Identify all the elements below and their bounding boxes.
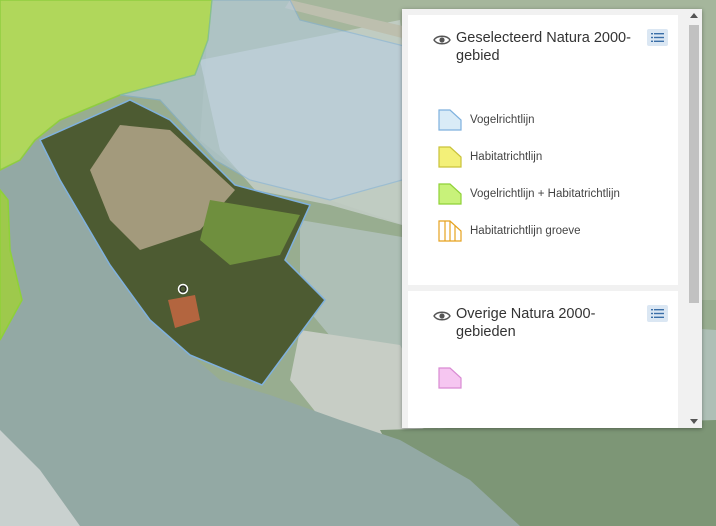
swatch-overige [438, 367, 462, 389]
legend-scroll-area[interactable]: Geselecteerd Natura 2000-gebied Vogelric… [402, 9, 686, 428]
scroll-up-icon[interactable] [690, 13, 698, 18]
legend-section-title: Overige Natura 2000-gebieden [456, 306, 596, 340]
legend-item: Habitatrichtlijn [438, 145, 542, 169]
scroll-thumb[interactable] [689, 25, 699, 303]
legend-panel: Geselecteerd Natura 2000-gebied Vogelric… [402, 9, 702, 428]
swatch-vogelrichtlijn [438, 109, 462, 131]
legend-item: Vogelrichtlijn + Habitatrichtlijn [438, 182, 620, 206]
legend-label: Vogelrichtlijn + Habitatrichtlijn [470, 188, 620, 200]
scroll-down-icon[interactable] [690, 419, 698, 424]
swatch-habitat-groeve [438, 220, 462, 242]
legend-item: Vogelrichtlijn [438, 108, 535, 132]
legend-section-selected: Geselecteerd Natura 2000-gebied Vogelric… [408, 15, 678, 285]
swatch-habitatrichtlijn [438, 146, 462, 168]
list-icon [651, 309, 664, 318]
legend-item: Habitatrichtlijn groeve [438, 219, 581, 243]
legend-section-other: Overige Natura 2000-gebieden [408, 291, 678, 428]
legend-section-title: Geselecteerd Natura 2000-gebied [456, 30, 631, 64]
swatch-vogel-habitat [438, 183, 462, 205]
legend-label: Habitatrichtlijn [470, 151, 543, 163]
list-button[interactable] [647, 305, 668, 322]
legend-label: Vogelrichtlijn [470, 114, 535, 126]
legend-item [438, 366, 462, 390]
legend-scrollbar[interactable] [686, 9, 702, 428]
list-icon [651, 33, 664, 42]
legend-label: Habitatrichtlijn groeve [470, 225, 581, 237]
list-button[interactable] [647, 29, 668, 46]
